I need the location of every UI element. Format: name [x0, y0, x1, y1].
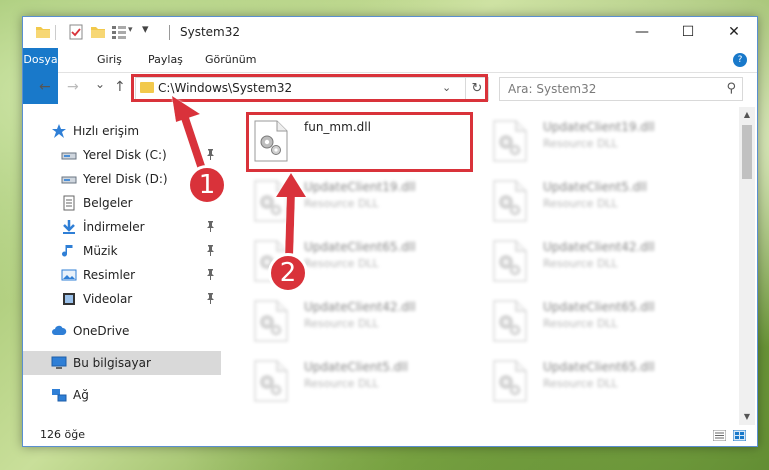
arrow-2-shaft	[285, 191, 295, 259]
arrow-1-shaft	[179, 110, 207, 174]
arrow-2-head	[276, 173, 306, 197]
step-1-badge: 1	[187, 165, 227, 205]
arrow-1-head	[172, 96, 200, 122]
annotation-arrows	[172, 96, 306, 259]
step-2-badge: 2	[268, 253, 308, 293]
